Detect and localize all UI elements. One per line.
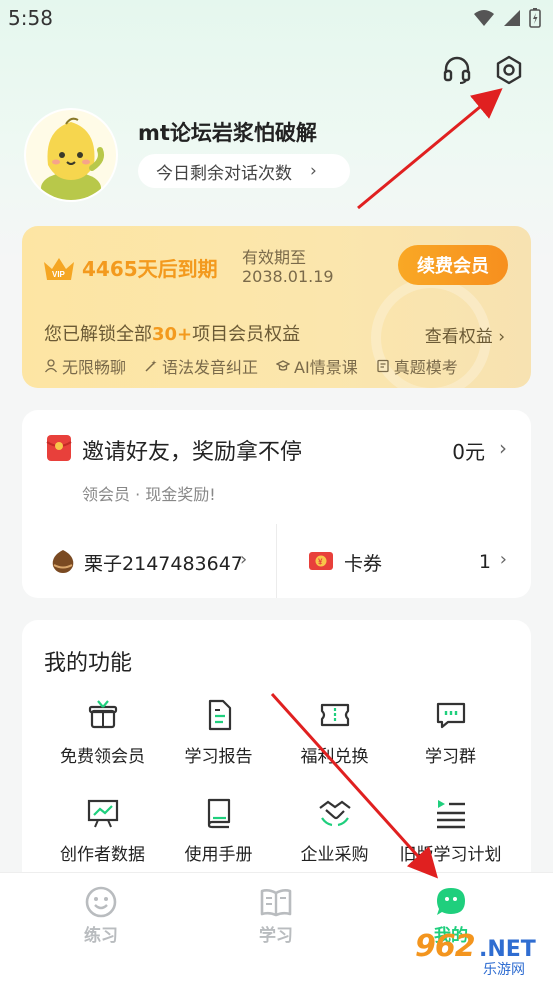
exam-paper-icon [377, 359, 389, 373]
function-label: 福利兑换 [300, 747, 369, 767]
invite-title[interactable]: 邀请好友，奖励拿不停 [82, 434, 302, 466]
function-enterprise-purchase[interactable]: 企业采购 [271, 796, 398, 865]
vip-feature-label: 语法发音纠正 [162, 358, 259, 377]
avatar[interactable] [24, 108, 118, 202]
nav-practice[interactable]: 练习 [41, 885, 161, 946]
vip-feature-grammar: 语法发音纠正 [144, 354, 258, 378]
vip-feature-label: 真题模考 [393, 358, 458, 377]
chevron-right-icon[interactable]: › [499, 436, 507, 460]
vip-features: 无限畅聊 语法发音纠正 AI情景课 真题模考 [44, 354, 458, 378]
chestnut-icon [50, 548, 76, 574]
chestnut-balance[interactable]: 栗子2147483647 [84, 549, 243, 576]
function-label: 创作者数据 [60, 845, 145, 865]
nav-label: 学习 [259, 926, 293, 946]
svg-text:¥: ¥ [318, 558, 323, 567]
open-book-icon [260, 889, 292, 917]
chestnut-label: 栗子 [84, 553, 123, 575]
vip-feature-ai-scene: AI情景课 [276, 354, 358, 378]
functions-card: 我的功能 免费领会员 学习报告 福利兑换 学习群 创作者数据 使用手册 企业采购 [22, 620, 531, 900]
divider [276, 524, 277, 598]
invite-card: 邀请好友，奖励拿不停 0元 › 领会员 · 现金奖励! 栗子2147483647… [22, 410, 531, 598]
function-old-study-plan[interactable]: 旧版学习计划 [387, 796, 514, 865]
nav-study[interactable]: 学习 [216, 885, 336, 946]
chat-remaining-button[interactable]: 今日剩余对话次数 › [138, 154, 350, 188]
function-welfare-exchange[interactable]: 福利兑换 [271, 698, 398, 767]
view-rights-link[interactable]: 查看权益 › [425, 322, 505, 347]
vip-feature-label: AI情景课 [294, 358, 358, 377]
chat-bubble-icon [437, 888, 465, 915]
vip-unlock-suffix: 项目会员权益 [192, 324, 301, 345]
settings-icon[interactable] [493, 54, 525, 86]
vip-feature-mock-exam: 真题模考 [376, 354, 458, 378]
handshake-icon [318, 800, 351, 827]
signal-icon [503, 9, 521, 31]
gift-icon [88, 700, 117, 729]
book-icon [207, 798, 230, 829]
function-label: 免费领会员 [60, 747, 145, 767]
vip-card[interactable]: VIP 4465天后到期 有效期至 2038.01.19 续费会员 您已解锁全部… [22, 226, 531, 388]
chevron-right-icon: › [310, 161, 317, 181]
chevron-right-icon: › [498, 327, 505, 347]
invite-subtitle: 领会员 · 现金奖励! [82, 485, 216, 504]
vip-crown-icon: VIP [42, 256, 76, 282]
coupon-count[interactable]: 1 [479, 551, 491, 573]
chestnut-value: 2147483647 [122, 553, 243, 575]
function-study-group[interactable]: 学习群 [387, 698, 514, 767]
function-label: 旧版学习计划 [399, 845, 502, 865]
chart-board-icon [87, 799, 118, 828]
function-creator-data[interactable]: 创作者数据 [39, 796, 166, 865]
chat-group-icon [436, 702, 465, 729]
vip-feature-unlimited-chat: 无限畅聊 [44, 354, 126, 378]
function-free-membership[interactable]: 免费领会员 [39, 698, 166, 767]
chevron-right-icon[interactable]: › [500, 549, 507, 570]
function-study-report[interactable]: 学习报告 [155, 698, 282, 767]
vip-unlock-prefix: 您已解锁全部 [44, 324, 152, 345]
username: mt论坛岩浆怕破解 [138, 121, 317, 145]
red-envelope-icon [46, 434, 72, 462]
status-icons [473, 8, 541, 32]
status-time: 5:58 [8, 6, 53, 30]
function-label: 使用手册 [184, 845, 253, 865]
vip-validity-label: 有效期至 [242, 248, 307, 267]
wifi-icon [473, 9, 495, 31]
ticket-icon [320, 703, 349, 727]
invite-amount[interactable]: 0元 [452, 436, 485, 465]
vip-expire-text: 4465天后到期 [82, 257, 218, 281]
watermark-number: 962 [415, 929, 476, 964]
vip-unlock-highlight: 30+ [152, 324, 193, 345]
vip-unlock-text: 您已解锁全部30+项目会员权益 [44, 320, 300, 346]
person-icon [44, 359, 58, 373]
function-label: 企业采购 [300, 845, 369, 865]
coupon-icon: ¥ [308, 549, 334, 573]
site-watermark-logo: 962 .NET 乐游网 [409, 927, 547, 979]
battery-icon [529, 8, 541, 32]
vip-feature-label: 无限畅聊 [62, 358, 127, 377]
function-label: 学习群 [425, 747, 476, 767]
report-icon [208, 699, 231, 731]
nav-label: 练习 [84, 926, 118, 946]
coupon-label[interactable]: 卡券 [344, 549, 382, 576]
chat-remaining-label: 今日剩余对话次数 [156, 163, 292, 184]
function-user-manual[interactable]: 使用手册 [155, 796, 282, 865]
magic-wand-icon [145, 360, 157, 372]
renew-membership-button[interactable]: 续费会员 [398, 245, 508, 285]
chevron-right-icon[interactable]: › [240, 549, 247, 570]
function-label: 学习报告 [184, 747, 253, 767]
list-play-icon [436, 800, 465, 829]
svg-text:VIP: VIP [52, 270, 66, 279]
status-bar: 5:58 [0, 0, 553, 40]
headset-icon[interactable] [441, 54, 473, 86]
graduation-cap-icon [276, 360, 291, 371]
functions-title: 我的功能 [44, 651, 133, 676]
watermark-sub: 乐游网 [483, 962, 525, 978]
smile-face-icon [85, 886, 117, 918]
view-rights-label: 查看权益 [424, 327, 493, 347]
vip-validity-date: 2038.01.19 [242, 267, 334, 286]
